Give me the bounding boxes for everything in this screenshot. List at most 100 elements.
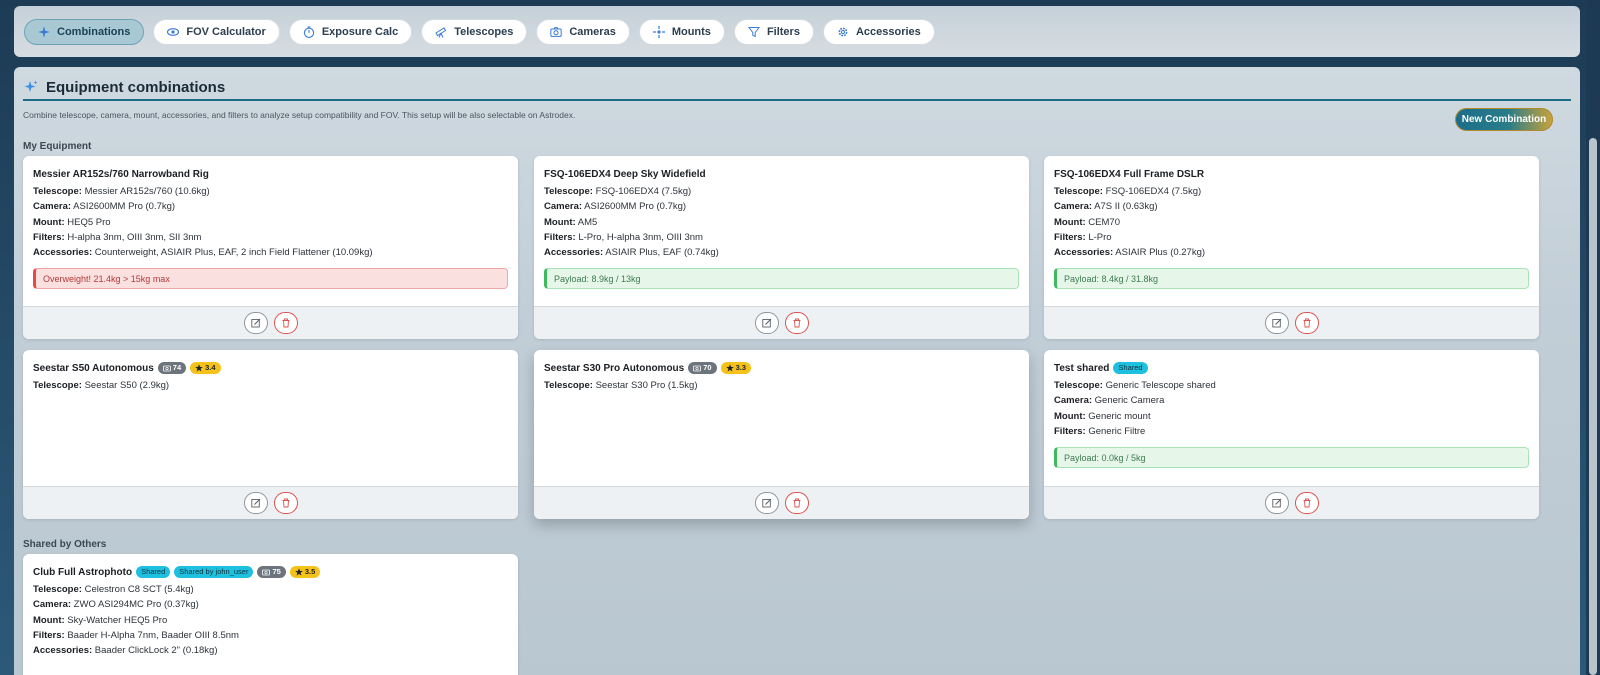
camera-icon [262, 569, 271, 576]
field-label: Telescope: [1054, 186, 1103, 197]
scrollbar-track[interactable] [1586, 0, 1600, 675]
combination-card[interactable]: FSQ-106EDX4 Deep Sky Widefield Telescope… [534, 156, 1029, 339]
edit-button[interactable] [1264, 312, 1289, 334]
tab-mounts[interactable]: Mounts [638, 18, 725, 45]
edit-button[interactable] [754, 492, 779, 514]
star-icon [725, 364, 734, 372]
tab-bar: Combinations FOV Calculator Exposure Cal… [14, 6, 1580, 57]
field-label: Mount: [1054, 410, 1086, 422]
payload-status: Payload: 8.9kg / 13kg [544, 268, 1019, 290]
filters-value: Baader H-Alpha 7nm, Baader OIII 8.5nm [67, 629, 239, 641]
rating-value: 3.5 [304, 567, 316, 576]
card-title-text: Seestar S50 Autonomous [33, 362, 154, 374]
tab-combinations[interactable]: Combinations [24, 18, 145, 45]
camera-row: Camera: ASI2600MM Pro (0.7kg) [544, 199, 1019, 214]
delete-button[interactable] [1294, 312, 1319, 334]
accessories-value: Baader ClickLock 2" (0.18kg) [94, 645, 218, 657]
mount-value: HEQ5 Pro [67, 216, 111, 228]
card-title: FSQ-106EDX4 Full Frame DSLR [1054, 167, 1529, 181]
combination-card[interactable]: Club Full Astrophoto Shared Shared by jo… [23, 554, 518, 675]
count-value: 70 [703, 363, 712, 372]
card-title: Messier AR152s/760 Narrowband Rig [33, 167, 508, 181]
camera-value: A7S II (0.63kg) [1094, 201, 1158, 213]
telescope-row: Telescope: FSQ-106EDX4 (7.5kg) [1054, 184, 1529, 199]
field-label: Accessories: [1054, 247, 1114, 259]
edit-button[interactable] [243, 492, 268, 514]
count-value: 75 [272, 567, 281, 576]
sparkle-icon [24, 80, 38, 94]
edit-button[interactable] [243, 312, 268, 334]
card-title: Test shared Shared [1054, 361, 1529, 375]
combination-card[interactable]: Test shared Shared Telescope: Generic Te… [1044, 350, 1539, 519]
telescope-value: Celestron C8 SCT (5.4kg) [84, 584, 194, 595]
combination-card[interactable]: Seestar S30 Pro Autonomous 70 3.3 Telesc… [534, 350, 1029, 519]
field-label: Filters: [1054, 231, 1086, 243]
filters-row: Filters: L-Pro [1054, 230, 1529, 245]
tab-label: Cameras [569, 25, 616, 38]
mount-row: Mount: CEM70 [1054, 215, 1529, 230]
filters-row: Filters: H-alpha 3nm, OIII 3nm, SII 3nm [33, 230, 508, 245]
camera-value: ZWO ASI294MC Pro (0.37kg) [73, 599, 199, 611]
card-actions [23, 306, 518, 339]
mount-value: Generic mount [1088, 410, 1151, 422]
trash-icon [793, 498, 800, 508]
tab-telescopes[interactable]: Telescopes [421, 18, 528, 45]
tab-fov-calculator[interactable]: FOV Calculator [153, 18, 280, 45]
telescope-value: FSQ-106EDX4 (7.5kg) [595, 186, 692, 197]
trash-icon [282, 318, 289, 328]
mount-row: Mount: Generic mount [1054, 409, 1529, 424]
field-label: Camera: [33, 599, 72, 611]
camera-row: Camera: ASI2600MM Pro (0.7kg) [33, 199, 508, 214]
page-title: Equipment combinations [46, 78, 226, 96]
delete-button[interactable] [273, 492, 298, 514]
pencil-icon [761, 318, 771, 328]
scrollbar-thumb[interactable] [1589, 138, 1597, 675]
field-label: Camera: [544, 201, 583, 213]
field-label: Camera: [1054, 201, 1093, 213]
tab-accessories[interactable]: Accessories [822, 18, 935, 45]
tab-cameras[interactable]: Cameras [536, 18, 630, 45]
card-title: Club Full Astrophoto Shared Shared by jo… [33, 565, 508, 579]
telescope-row: Telescope: FSQ-106EDX4 (7.5kg) [544, 184, 1019, 199]
field-label: Mount: [33, 614, 65, 626]
delete-button[interactable] [1294, 492, 1319, 514]
mount-row: Mount: HEQ5 Pro [33, 215, 508, 230]
card-title-text: Seestar S30 Pro Autonomous [544, 362, 685, 374]
tab-filters[interactable]: Filters [733, 18, 814, 45]
camera-icon [162, 365, 171, 372]
rating-value: 3.3 [735, 363, 747, 372]
field-label: Mount: [544, 216, 576, 228]
delete-button[interactable] [273, 312, 298, 334]
delete-button[interactable] [784, 312, 809, 334]
card-title-text: Club Full Astrophoto [33, 566, 133, 578]
combination-card[interactable]: Seestar S50 Autonomous 74 3.4 Telescope:… [23, 350, 518, 519]
camera-icon [550, 26, 563, 38]
field-label: Filters: [1054, 425, 1086, 437]
edit-button[interactable] [1264, 492, 1289, 514]
overweight-alert: Overweight! 21.4kg > 15kg max [33, 268, 508, 290]
payload-status: Payload: 0.0kg / 5kg [1054, 447, 1529, 469]
accessories-row: Accessories: ASIAIR Plus (0.27kg) [1054, 245, 1529, 260]
card-title-text: Test shared [1054, 362, 1110, 374]
crosshair-icon [652, 25, 665, 38]
field-label: Telescope: [33, 380, 82, 391]
pencil-icon [250, 318, 260, 328]
accessories-row: Accessories: ASIAIR Plus, EAF (0.74kg) [544, 245, 1019, 260]
card-actions [534, 486, 1029, 519]
field-label: Mount: [1054, 216, 1086, 228]
telescope-icon [435, 26, 447, 38]
card-actions [534, 306, 1029, 339]
new-combination-button[interactable]: New Combination [1455, 108, 1553, 131]
tab-label: Telescopes [454, 25, 514, 38]
camera-value: ASI2600MM Pro (0.7kg) [73, 201, 176, 213]
filters-row: Filters: Generic Filtre [1054, 424, 1529, 439]
field-label: Mount: [33, 216, 65, 228]
delete-button[interactable] [784, 492, 809, 514]
shared-by-badge: Shared by john_user [174, 566, 254, 578]
telescope-row: Telescope: Generic Telescope shared [1054, 378, 1529, 393]
edit-button[interactable] [754, 312, 779, 334]
tab-exposure-calc[interactable]: Exposure Calc [288, 18, 413, 45]
combination-card[interactable]: FSQ-106EDX4 Full Frame DSLR Telescope: F… [1044, 156, 1539, 339]
field-label: Telescope: [33, 186, 82, 197]
combination-card[interactable]: Messier AR152s/760 Narrowband Rig Telesc… [23, 156, 518, 339]
